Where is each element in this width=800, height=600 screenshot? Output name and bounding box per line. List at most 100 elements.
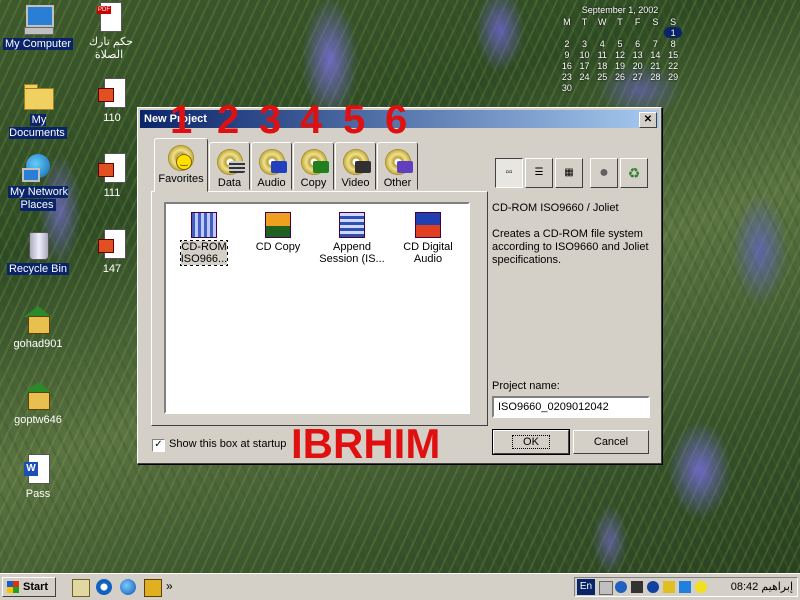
my-computer-label: My Computer: [2, 38, 74, 50]
project-label: Append Session (IS...: [319, 241, 385, 265]
cd-icon: [300, 149, 329, 175]
calendar-day: 30: [561, 82, 572, 93]
record-button[interactable]: ●: [590, 158, 618, 188]
camera-icon[interactable]: [631, 581, 643, 593]
eye-icon[interactable]: [647, 581, 659, 593]
project-append-session[interactable]: Append Session (IS...: [316, 212, 388, 265]
list-view-button[interactable]: ☰: [525, 158, 553, 188]
monitor-tray-icon[interactable]: [679, 581, 691, 593]
tab-copy[interactable]: Copy: [293, 142, 334, 190]
house-icon: [22, 380, 54, 412]
calendar-day: 11: [597, 49, 607, 60]
annotation-number-4: 4: [300, 98, 323, 142]
weekday: S: [652, 16, 659, 27]
calendar-day: 23: [561, 71, 572, 82]
pass-doc-icon[interactable]: W Pass: [0, 454, 76, 501]
append-session-icon: [339, 212, 365, 238]
project-description-text: Creates a CD-ROM file system according t…: [492, 228, 649, 266]
calendar-day: 24: [579, 71, 590, 82]
tab-video[interactable]: Video: [335, 142, 376, 190]
project-cd-copy[interactable]: CD Copy: [242, 212, 314, 253]
clock[interactable]: 08:42 إبراهيم: [731, 580, 793, 593]
calendar-day: 4: [599, 38, 605, 49]
calendar-day: [647, 27, 665, 38]
smiley-icon: ‿: [176, 154, 192, 170]
weekday: M: [563, 16, 571, 27]
details-view-button[interactable]: ▦: [555, 158, 583, 188]
project-cd-digital-audio[interactable]: CD Digital Audio: [392, 212, 464, 265]
goptw646-icon[interactable]: goptw646: [0, 380, 76, 427]
tab-other[interactable]: Other: [377, 142, 418, 190]
calendar-day: [611, 82, 629, 93]
cancel-button[interactable]: Cancel: [573, 430, 649, 454]
pdf-icon: PDF: [94, 2, 126, 34]
show-desktop-icon[interactable]: [72, 579, 90, 597]
folder-tray-icon[interactable]: [663, 581, 675, 593]
taskbar: Start » En 08:42 إبراهيم: [0, 573, 800, 600]
ok-button[interactable]: OK: [492, 429, 570, 455]
volume-icon[interactable]: [599, 581, 613, 595]
show-at-startup-label: Show this box at startup: [169, 438, 287, 450]
my-documents-icon[interactable]: My Documents: [0, 80, 76, 140]
cdrom-iso-icon: [191, 212, 217, 238]
tab-label: Audio: [257, 177, 286, 189]
calendar-day: 19: [614, 60, 625, 71]
data-icon: [228, 161, 245, 173]
calendar-day: [629, 27, 647, 38]
project-cdrom-iso[interactable]: CD-ROM ISO966...: [168, 212, 240, 266]
computer-icon: [22, 4, 54, 36]
calendar-day: [647, 82, 665, 93]
tab-audio[interactable]: Audio: [251, 142, 292, 190]
calendar-day: 10: [579, 49, 590, 60]
tab-label: Favorites: [158, 173, 204, 185]
large-icons-view-button[interactable]: ▫▫: [495, 158, 523, 188]
my-network-places-icon[interactable]: My Network Places: [0, 152, 76, 212]
cd-icon: [342, 149, 371, 175]
close-button[interactable]: ✕: [639, 112, 657, 128]
quicklaunch-overflow-chevron[interactable]: »: [166, 579, 182, 595]
weekday: T: [617, 16, 623, 27]
calendar-day: 5: [617, 38, 623, 49]
copy-icon: [312, 161, 329, 173]
weekday: W: [598, 16, 607, 27]
project-list[interactable]: CD-ROM ISO966... CD Copy Append Session …: [164, 202, 470, 414]
tab-data[interactable]: Data: [209, 142, 250, 190]
outlook-icon[interactable]: [96, 579, 112, 595]
calendar-day: [593, 27, 611, 38]
calendar-day: 2: [564, 38, 570, 49]
calendar-day: [593, 82, 611, 93]
language-indicator[interactable]: En: [577, 579, 595, 595]
word-doc-icon: W: [22, 454, 54, 486]
media-player-icon[interactable]: [144, 579, 162, 597]
my-computer-icon[interactable]: My Computer: [0, 4, 76, 51]
start-button[interactable]: Start: [2, 577, 56, 597]
pdf-file-icon[interactable]: PDF حكم تارك الصلاة: [72, 2, 148, 62]
calendar-title: September 1, 2002: [581, 5, 659, 15]
tab-favorites[interactable]: ‿ Favorites: [154, 138, 208, 192]
smiley-tray-icon[interactable]: [695, 581, 707, 593]
calendar-day: 26: [614, 71, 625, 82]
project-name-input[interactable]: [492, 396, 650, 418]
list-icon: ☰: [534, 167, 544, 178]
calendar-day: 29: [668, 71, 679, 82]
tab-label: Video: [341, 177, 370, 189]
delete-button[interactable]: ♻: [620, 158, 648, 188]
gohad901-icon[interactable]: gohad901: [0, 304, 76, 351]
project-label: CD Digital Audio: [403, 241, 453, 265]
project-description-title: CD-ROM ISO9660 / Joliet: [492, 202, 619, 214]
network-tray-icon[interactable]: [615, 581, 627, 593]
calendar-day: 12: [614, 49, 625, 60]
recycle-bin-icon[interactable]: Recycle Bin: [0, 229, 76, 276]
close-icon: ✕: [643, 114, 653, 125]
calendar-day: 9: [564, 49, 570, 60]
weekday: S: [670, 16, 677, 27]
calendar-day: [629, 82, 647, 93]
cd-icon: [216, 149, 245, 175]
trash-icon: [22, 229, 54, 261]
recycle-bin-label: Recycle Bin: [6, 263, 70, 275]
calendar-day: 3: [582, 38, 588, 49]
cd-icon: [384, 149, 413, 175]
show-at-startup-checkbox[interactable]: ✓: [152, 439, 165, 452]
internet-explorer-icon[interactable]: [120, 579, 136, 595]
shortcut-147-label: 147: [102, 263, 122, 275]
